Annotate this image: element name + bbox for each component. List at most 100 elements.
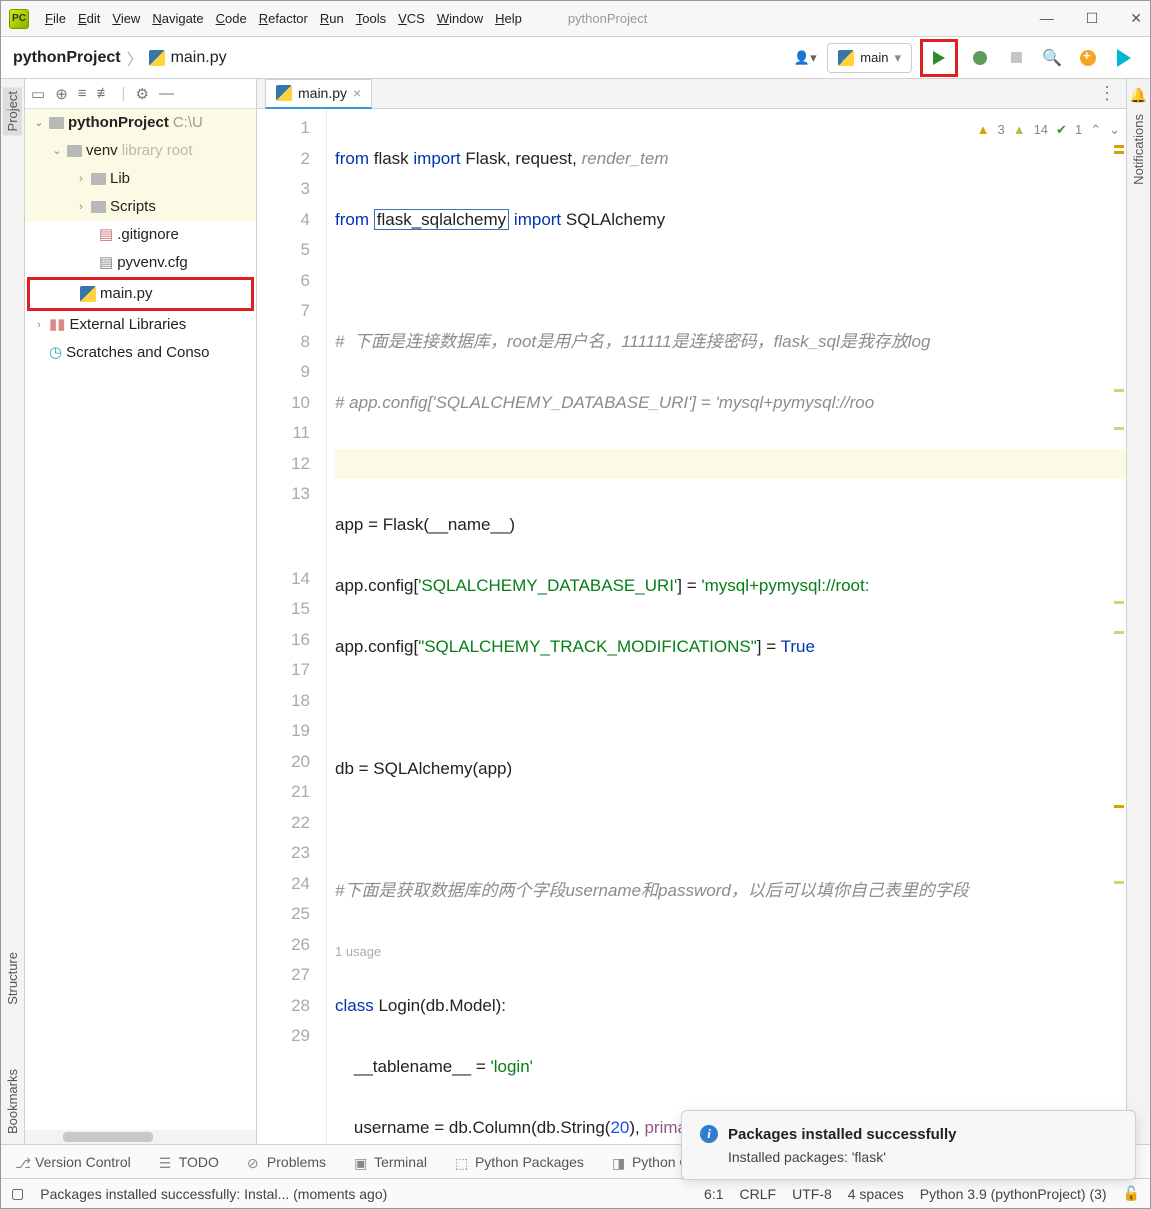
toast-title: Packages installed successfully	[728, 1126, 956, 1143]
tree-gitignore[interactable]: ▤ .gitignore	[25, 221, 256, 249]
tree-pyvenv[interactable]: ▤ pyvenv.cfg	[25, 249, 256, 277]
notification-toast[interactable]: iPackages installed successfully Install…	[681, 1110, 1136, 1180]
project-pane: ▭ ⊕ ≡ ≢ | ⚙ — ⌄ pythonProject C:\U ⌄ ven…	[25, 79, 257, 1144]
indent-setting[interactable]: 4 spaces	[848, 1186, 904, 1202]
file-encoding[interactable]: UTF-8	[792, 1186, 832, 1202]
menu-edit[interactable]: Edit	[78, 11, 100, 26]
tree-root-hint: C:\U	[173, 109, 203, 137]
code-editor[interactable]: ▲3 ▲14 ✔1 ⌃⌄ 12345678910111213 141516171…	[257, 109, 1126, 1144]
close-button[interactable]: ✕	[1130, 10, 1142, 27]
warn-count: 3	[997, 115, 1004, 146]
menu-view[interactable]: View	[112, 11, 140, 26]
code-content[interactable]: from flask import Flask, request, render…	[327, 109, 1126, 1144]
expand-icon[interactable]: ≡	[78, 85, 87, 102]
menu-file[interactable]: File	[45, 11, 66, 26]
editor-tabs-more-icon[interactable]: ⋮	[1098, 83, 1126, 104]
tree-lib[interactable]: › Lib	[25, 165, 256, 193]
close-tab-icon[interactable]: ×	[353, 85, 361, 101]
status-toggle-icon[interactable]: ▢	[11, 1185, 24, 1202]
tree-item-label: main.py	[100, 280, 153, 308]
scrollbar-thumb[interactable]	[63, 1132, 153, 1142]
breadcrumb-file[interactable]: main.py	[171, 49, 227, 67]
run-button[interactable]	[925, 44, 953, 72]
lock-icon[interactable]: 🔓	[1123, 1185, 1140, 1202]
tab-bookmarks[interactable]: Bookmarks	[5, 1069, 20, 1134]
libraries-icon: ▮▮	[49, 311, 66, 339]
tab-project[interactable]: Project	[3, 87, 22, 135]
maximize-button[interactable]: ☐	[1086, 10, 1099, 27]
editor-tab-main[interactable]: main.py ×	[265, 79, 372, 109]
tree-venv-name: venv	[86, 137, 118, 165]
window-project-label: pythonProject	[568, 11, 648, 26]
minimize-button[interactable]: —	[1040, 10, 1054, 27]
menu-navigate[interactable]: Navigate	[152, 11, 203, 26]
menu-run[interactable]: Run	[320, 11, 344, 26]
tree-root[interactable]: ⌄ pythonProject C:\U	[25, 109, 256, 137]
tree-item-label: Scratches and Conso	[66, 339, 209, 367]
tree-main[interactable]: main.py	[30, 280, 251, 308]
left-gutter-tabs: Project Structure Bookmarks	[1, 79, 25, 1144]
menu-window[interactable]: Window	[437, 11, 483, 26]
toolwin-version-control[interactable]: ⎇Version Control	[15, 1154, 131, 1170]
search-button[interactable]: 🔍	[1038, 44, 1066, 72]
python-interpreter[interactable]: Python 3.9 (pythonProject) (3)	[920, 1186, 1107, 1202]
project-tree[interactable]: ⌄ pythonProject C:\U ⌄ venv library root…	[25, 109, 256, 1130]
project-h-scrollbar[interactable]	[25, 1130, 256, 1144]
file-icon: ▤	[99, 249, 113, 277]
editor-tabs: main.py × ⋮	[257, 79, 1126, 109]
debug-button[interactable]	[966, 44, 994, 72]
toolwin-todo[interactable]: ☰TODO	[159, 1154, 219, 1170]
tree-root-name: pythonProject	[68, 109, 169, 137]
right-gutter-tabs: 🔔 Notifications	[1126, 79, 1150, 1144]
python-file-icon	[276, 85, 292, 101]
breadcrumb-project[interactable]: pythonProject	[13, 49, 121, 67]
gear-icon[interactable]: ⚙	[135, 85, 148, 103]
toolwin-python-packages[interactable]: ⬚Python Packages	[455, 1154, 584, 1170]
folder-icon	[49, 117, 64, 129]
stop-button[interactable]	[1002, 44, 1030, 72]
tree-external-libraries[interactable]: ›▮▮ External Libraries	[25, 311, 256, 339]
bell-icon[interactable]: 🔔	[1130, 87, 1147, 104]
status-message[interactable]: Packages installed successfully: Instal.…	[40, 1186, 688, 1202]
menu-vcs[interactable]: VCS	[398, 11, 425, 26]
caret-position[interactable]: 6:1	[704, 1186, 723, 1202]
run-button-highlighted	[920, 39, 958, 77]
menu-refactor[interactable]: Refactor	[259, 11, 308, 26]
run-config-selector[interactable]: main ▾	[827, 43, 912, 73]
toolwin-problems[interactable]: ⊘Problems	[247, 1154, 326, 1170]
warning-icon: ▲	[977, 115, 990, 146]
packages-icon: ⬚	[455, 1155, 469, 1169]
update-available-icon	[1080, 50, 1096, 66]
updates-button[interactable]	[1074, 44, 1102, 72]
code-with-me-button[interactable]	[1110, 44, 1138, 72]
inspection-widget[interactable]: ▲3 ▲14 ✔1 ⌃⌄	[977, 115, 1120, 146]
tab-notifications[interactable]: Notifications	[1131, 114, 1146, 185]
menu-help[interactable]: Help	[495, 11, 522, 26]
tree-scratches[interactable]: ◷ Scratches and Conso	[25, 339, 256, 367]
tab-structure[interactable]: Structure	[5, 952, 20, 1005]
project-select-icon[interactable]: ▭	[31, 85, 45, 103]
folder-icon	[91, 173, 106, 185]
menu-code[interactable]: Code	[216, 11, 247, 26]
play-icon	[933, 51, 945, 65]
user-icon[interactable]: 👤▾	[791, 44, 819, 72]
tree-scripts[interactable]: › Scripts	[25, 193, 256, 221]
breadcrumb[interactable]: pythonProject 〉 main.py	[13, 46, 227, 70]
collapse-icon[interactable]: ≢	[97, 85, 112, 102]
status-bar: ▢ Packages installed successfully: Insta…	[1, 1178, 1150, 1208]
line-gutter[interactable]: 12345678910111213 1415161718192021222324…	[257, 109, 327, 1144]
locate-icon[interactable]: ⊕	[55, 85, 68, 103]
line-separator[interactable]: CRLF	[740, 1186, 777, 1202]
toolwin-terminal[interactable]: ▣Terminal	[354, 1154, 427, 1170]
error-stripe[interactable]	[1112, 109, 1126, 1144]
menu-tools[interactable]: Tools	[356, 11, 386, 26]
bug-icon	[973, 51, 987, 65]
tree-item-label: .gitignore	[117, 221, 179, 249]
hide-pane-icon[interactable]: —	[159, 85, 174, 102]
chevron-up-icon[interactable]: ⌃	[1090, 115, 1101, 146]
weak-warn-count: 14	[1034, 115, 1048, 146]
stop-icon	[1011, 52, 1022, 63]
tree-venv[interactable]: ⌄ venv library root	[25, 137, 256, 165]
titlebar: PC File Edit View Navigate Code Refactor…	[1, 1, 1150, 37]
tree-main-highlighted: main.py	[27, 277, 254, 311]
